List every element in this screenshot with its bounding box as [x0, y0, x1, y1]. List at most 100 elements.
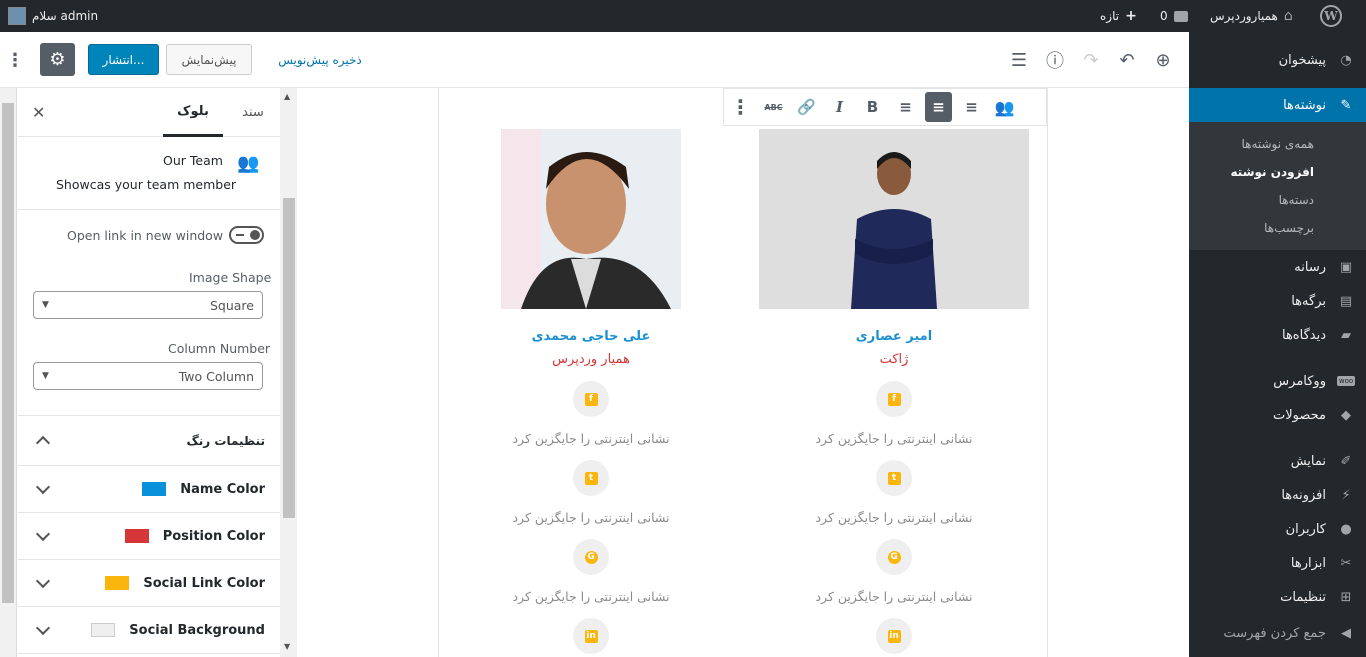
- align-center-button[interactable]: ≡: [922, 88, 955, 126]
- settings-button[interactable]: ⚙: [40, 43, 75, 76]
- googleplus-link[interactable]: G: [876, 539, 912, 575]
- more-options-button[interactable]: ⋮: [724, 88, 757, 126]
- menu-posts[interactable]: ✎ نوشته‌ها: [1181, 88, 1366, 122]
- menu-comments[interactable]: ▰ دیدگاه‌ها: [1189, 318, 1366, 352]
- chevron-down-icon: [35, 526, 51, 542]
- twitter-link[interactable]: t: [876, 460, 912, 496]
- media-icon: ▣: [1339, 259, 1353, 275]
- menu-media[interactable]: ▣ رسانه: [1189, 250, 1366, 284]
- menu-products[interactable]: ◆ محصولات: [1189, 398, 1366, 432]
- color-settings-toggle[interactable]: تنظیمات رنگ: [18, 416, 281, 466]
- menu-label: رسانه: [1294, 259, 1326, 275]
- facebook-icon: f: [887, 392, 901, 406]
- linkedin-link[interactable]: in: [573, 618, 609, 654]
- open-link-toggle[interactable]: [229, 226, 264, 244]
- linkedin-link[interactable]: in: [876, 618, 912, 654]
- page-scrollbar[interactable]: [0, 88, 17, 657]
- user-icon: ●: [1340, 521, 1352, 537]
- toggle-knob: [250, 230, 260, 240]
- site-name[interactable]: همیاروردپرس ⌂: [1210, 0, 1293, 32]
- close-panel-button[interactable]: ✕: [32, 103, 45, 122]
- sub-categories[interactable]: دسته‌ها: [1189, 186, 1366, 214]
- member-position: ژاکت: [879, 352, 909, 367]
- redo-button[interactable]: ↷: [1076, 45, 1106, 75]
- toggle-off-icon: [236, 234, 244, 236]
- position-color-row[interactable]: Position Color: [18, 513, 281, 560]
- kebab-icon: ⋮: [730, 95, 751, 119]
- chevron-down-icon: [35, 479, 51, 495]
- comments-link[interactable]: 0: [1160, 0, 1188, 32]
- preview-button[interactable]: پیش‌نمایش: [166, 44, 252, 75]
- menu-settings[interactable]: ⊞ تنظیمات: [1189, 580, 1366, 614]
- sub-all-posts[interactable]: همه‌ی نوشته‌ها: [1189, 130, 1366, 158]
- menu-label: جمع کردن فهرست: [1223, 625, 1326, 641]
- menu-plugins[interactable]: ⚡ افزونه‌ها: [1189, 478, 1366, 512]
- tab-document[interactable]: سند: [228, 88, 278, 137]
- block-title: Our Team: [163, 153, 223, 168]
- social-text: نشانی اینترنتی را جایگزین کرد: [815, 510, 973, 525]
- menu-appearance[interactable]: ✐ نمایش: [1189, 444, 1366, 478]
- twitter-link[interactable]: t: [573, 460, 609, 496]
- column-number-select[interactable]: ▼ Two Column: [33, 362, 263, 390]
- social-link-color-row[interactable]: Social Link Color: [18, 560, 281, 607]
- undo-button[interactable]: ↶: [1112, 45, 1142, 75]
- team-icon: 👥: [237, 153, 260, 174]
- team-member-2: علی حاجی محمدی همیار وردپرس f نشانی اینت…: [456, 129, 726, 654]
- block-type-button[interactable]: 👥: [988, 88, 1021, 126]
- box-icon: ◆: [1341, 407, 1351, 423]
- menu-label: ابزارها: [1290, 555, 1326, 571]
- wordpress-icon: W: [1320, 5, 1342, 27]
- scrollbar-thumb[interactable]: [2, 103, 14, 603]
- tab-block[interactable]: بلوک: [163, 88, 223, 137]
- sub-tags[interactable]: برچسب‌ها: [1189, 214, 1366, 242]
- page-icon: ▤: [1339, 293, 1353, 309]
- member-photo: [759, 129, 1029, 309]
- menu-dashboard[interactable]: ◔ پیشخوان: [1189, 43, 1366, 77]
- wp-logo[interactable]: W: [1320, 0, 1342, 32]
- italic-button[interactable]: I: [823, 88, 856, 126]
- panel-scrollbar[interactable]: ▲ ▼: [280, 88, 297, 657]
- outline-button[interactable]: ☰: [1004, 45, 1034, 75]
- menu-tools[interactable]: ✂ ابزارها: [1189, 546, 1366, 580]
- googleplus-link[interactable]: G: [573, 539, 609, 575]
- name-color-row[interactable]: Name Color: [18, 466, 281, 513]
- more-menu-button[interactable]: ⋮: [5, 46, 25, 74]
- new-content[interactable]: تازه +: [1100, 0, 1137, 32]
- scrollbar-thumb[interactable]: [283, 198, 295, 518]
- link-button[interactable]: 🔗: [790, 88, 823, 126]
- facebook-link[interactable]: f: [876, 381, 912, 417]
- menu-label: ووکامرس: [1273, 373, 1326, 389]
- member-name: علی حاجی محمدی: [531, 329, 651, 344]
- dashboard-icon: ◔: [1340, 52, 1352, 68]
- menu-pages[interactable]: ▤ برگه‌ها: [1189, 284, 1366, 318]
- info-button[interactable]: ⓘ: [1040, 45, 1070, 75]
- wrench-icon: ✂: [1340, 555, 1352, 571]
- googleplus-icon: G: [887, 550, 901, 564]
- scroll-up-icon[interactable]: ▲: [284, 92, 290, 101]
- save-draft-button[interactable]: ذخیره پیش‌نویس: [270, 44, 370, 75]
- align-left-icon: ≡: [965, 98, 978, 116]
- strikethrough-button[interactable]: ABC: [757, 88, 790, 126]
- collapse-menu[interactable]: ◀ جمع کردن فهرست: [1189, 616, 1366, 650]
- align-right-button[interactable]: ≡: [889, 88, 922, 126]
- bold-button[interactable]: B: [856, 88, 889, 126]
- align-left-button[interactable]: ≡: [955, 88, 988, 126]
- facebook-link[interactable]: f: [573, 381, 609, 417]
- redo-icon: ↷: [1083, 49, 1099, 71]
- menu-label: دیدگاه‌ها: [1281, 327, 1326, 343]
- social-text: نشانی اینترنتی را جایگزین کرد: [815, 431, 973, 446]
- menu-woocommerce[interactable]: woo ووکامرس: [1189, 364, 1366, 398]
- add-block-button[interactable]: ⊕: [1148, 45, 1178, 75]
- open-link-label: Open link in new window: [67, 228, 224, 243]
- bold-icon: B: [866, 98, 879, 116]
- social-background-row[interactable]: Social Background: [18, 607, 281, 654]
- menu-users[interactable]: ● کاربران: [1189, 512, 1366, 546]
- scroll-down-icon[interactable]: ▼: [284, 642, 290, 651]
- my-account[interactable]: سلام admin: [8, 0, 98, 32]
- align-center-icon: ≡: [925, 92, 952, 122]
- greeting: سلام admin: [32, 9, 99, 23]
- publish-button[interactable]: انتشار...: [88, 44, 159, 75]
- avatar: [8, 7, 26, 25]
- image-shape-select[interactable]: ▼ Square: [33, 291, 263, 319]
- sub-add-post[interactable]: افزودن نوشته: [1189, 158, 1366, 186]
